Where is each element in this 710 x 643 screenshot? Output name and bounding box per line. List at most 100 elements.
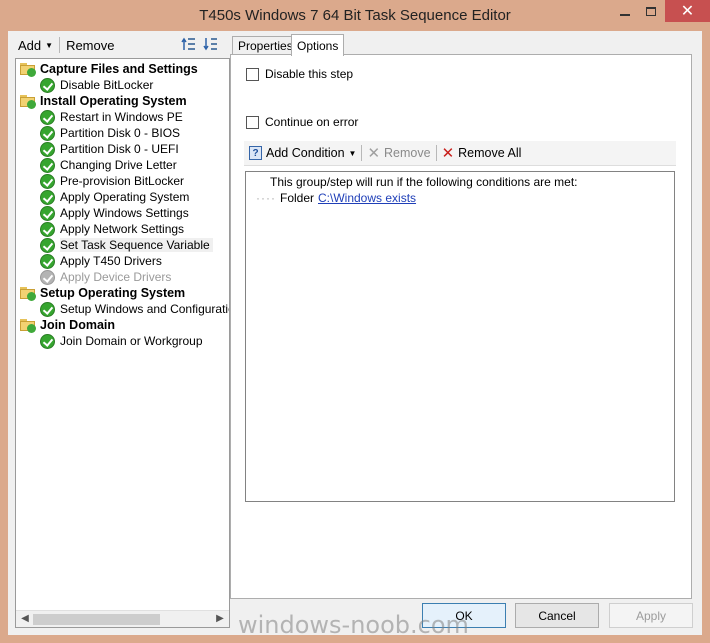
maximize-button[interactable] <box>638 0 664 22</box>
tree-item-label: Apply T450 Drivers <box>60 254 162 268</box>
tree-item[interactable]: Restart in Windows PE <box>40 109 183 125</box>
condition-header: This group/step will run if the followin… <box>270 175 578 189</box>
tree-group-label: Setup Operating System <box>40 286 186 300</box>
tree-item[interactable]: Partition Disk 0 - UEFI <box>40 141 179 157</box>
remove-step-button[interactable]: Remove <box>60 38 120 53</box>
remove-condition-label: Remove <box>384 146 431 160</box>
editor-client-area: Add ▼ Remove Capture Files and Settings <box>8 31 702 635</box>
add-condition-label: Add Condition <box>266 146 345 160</box>
remove-label: Remove <box>66 37 115 53</box>
close-icon: ✕ <box>680 3 695 20</box>
remove-all-conditions-button[interactable]: ✕ Remove All <box>437 146 527 161</box>
cancel-label: Cancel <box>538 608 576 623</box>
condition-link[interactable]: C:\Windows exists <box>318 191 416 205</box>
disable-step-checkbox-row[interactable]: Disable this step <box>246 67 353 81</box>
apply-label: Apply <box>635 608 667 623</box>
folder-icon <box>20 318 36 333</box>
tab-properties[interactable]: Properties <box>232 36 299 55</box>
tree-item-label: Disable BitLocker <box>60 78 154 92</box>
continue-on-error-checkbox-row[interactable]: Continue on error <box>246 115 358 129</box>
remove-all-x-icon: ✕ <box>441 144 455 162</box>
scrollbar-thumb[interactable] <box>33 614 160 625</box>
check-icon <box>40 109 55 125</box>
dropdown-arrow-icon: ▼ <box>348 148 357 158</box>
check-icon <box>40 141 55 157</box>
tree-item[interactable]: Apply Operating System <box>40 189 189 205</box>
folder-icon <box>20 286 36 301</box>
tree-item[interactable]: Disable BitLocker <box>40 77 153 93</box>
tree-item-label: Apply Operating System <box>60 190 190 204</box>
check-icon <box>40 205 55 221</box>
tree-group-label: Capture Files and Settings <box>40 62 198 76</box>
condition-toolbar: ? Add Condition ▼ ✕ Remove ✕ Remove All <box>244 141 676 166</box>
disabled-check-icon <box>40 269 55 285</box>
tree-item[interactable]: Pre-provision BitLocker <box>40 173 184 189</box>
minimize-icon <box>620 14 630 16</box>
tree-connector: ···· <box>256 191 276 205</box>
scroll-right-icon[interactable]: ▶ <box>213 612 227 626</box>
tree-item-label: Pre-provision BitLocker <box>60 174 185 188</box>
tree-item[interactable]: Apply Network Settings <box>40 221 184 237</box>
move-down-icon[interactable] <box>203 36 219 52</box>
tab-label: Options <box>297 38 339 53</box>
tree-item-label: Join Domain or Workgroup <box>60 334 203 348</box>
check-icon <box>40 237 55 253</box>
check-icon <box>40 189 55 205</box>
tab-options[interactable]: Options <box>291 34 345 56</box>
tree-item[interactable]: Join Domain or Workgroup <box>40 333 203 349</box>
tree-item[interactable]: Apply Windows Settings <box>40 205 189 221</box>
minimize-button[interactable] <box>612 0 638 22</box>
tree-item[interactable]: Apply T450 Drivers <box>40 253 162 269</box>
divider <box>245 96 681 97</box>
move-up-icon[interactable] <box>181 36 197 52</box>
tree-group-capture[interactable]: Capture Files and Settings <box>20 61 198 77</box>
add-condition-button[interactable]: ? Add Condition ▼ <box>244 146 361 160</box>
window-frame: T450s Windows 7 64 Bit Task Sequence Edi… <box>0 0 710 643</box>
continue-on-error-checkbox[interactable] <box>246 115 259 129</box>
check-icon <box>40 173 55 189</box>
tree-item-label: Setup Windows and Configuration <box>60 302 230 316</box>
tab-label: Properties <box>238 39 293 53</box>
check-icon <box>40 125 55 141</box>
continue-on-error-label: Continue on error <box>265 115 359 129</box>
tree-item-selected[interactable]: Set Task Sequence Variable <box>40 237 213 253</box>
tree-item-label: Set Task Sequence Variable <box>60 238 213 252</box>
check-icon <box>40 301 55 317</box>
tree-group-setup-os[interactable]: Setup Operating System <box>20 285 185 301</box>
condition-item[interactable]: ···· Folder C:\Windows exists <box>256 191 416 205</box>
options-panel: Disable this step Continue on error ? Ad… <box>230 54 692 599</box>
tree-item[interactable]: Setup Windows and Configuration <box>40 301 230 317</box>
folder-icon <box>20 94 36 109</box>
tree-group-install-os[interactable]: Install Operating System <box>20 93 187 109</box>
disable-step-checkbox[interactable] <box>246 67 259 81</box>
tree-item-label: Changing Drive Letter <box>60 158 177 172</box>
tree-item[interactable]: Partition Disk 0 - BIOS <box>40 125 180 141</box>
tree-item-label: Apply Device Drivers <box>60 270 172 284</box>
check-icon <box>40 221 55 237</box>
check-icon <box>40 253 55 269</box>
tree-item-label: Restart in Windows PE <box>60 110 183 124</box>
help-icon: ? <box>249 146 262 160</box>
tree-item-disabled[interactable]: Apply Device Drivers <box>40 269 171 285</box>
tree-item-label: Partition Disk 0 - UEFI <box>60 142 179 156</box>
apply-button[interactable]: Apply <box>609 603 693 628</box>
watermark: windows-noob.com <box>238 611 469 639</box>
remove-x-icon: ✕ <box>367 144 381 162</box>
cancel-button[interactable]: Cancel <box>515 603 599 628</box>
check-icon <box>40 77 55 93</box>
close-button[interactable]: ✕ <box>665 0 710 22</box>
remove-condition-button[interactable]: ✕ Remove <box>362 146 435 161</box>
title-bar[interactable]: T450s Windows 7 64 Bit Task Sequence Edi… <box>0 0 710 32</box>
scroll-left-icon[interactable]: ◀ <box>18 612 32 626</box>
tree-toolbar: Add ▼ Remove <box>12 34 232 56</box>
disable-step-label: Disable this step <box>265 67 354 81</box>
tree-horizontal-scrollbar[interactable]: ◀ ▶ <box>16 610 229 627</box>
conditions-tree[interactable]: This group/step will run if the followin… <box>245 171 675 502</box>
task-sequence-tree[interactable]: Capture Files and Settings Disable BitLo… <box>15 58 230 628</box>
add-menu-button[interactable]: Add ▼ <box>12 38 59 53</box>
check-icon <box>40 157 55 173</box>
tree-group-join-domain[interactable]: Join Domain <box>20 317 115 333</box>
remove-all-label: Remove All <box>458 146 522 160</box>
tree-item[interactable]: Changing Drive Letter <box>40 157 177 173</box>
tree-group-label: Install Operating System <box>40 94 187 108</box>
